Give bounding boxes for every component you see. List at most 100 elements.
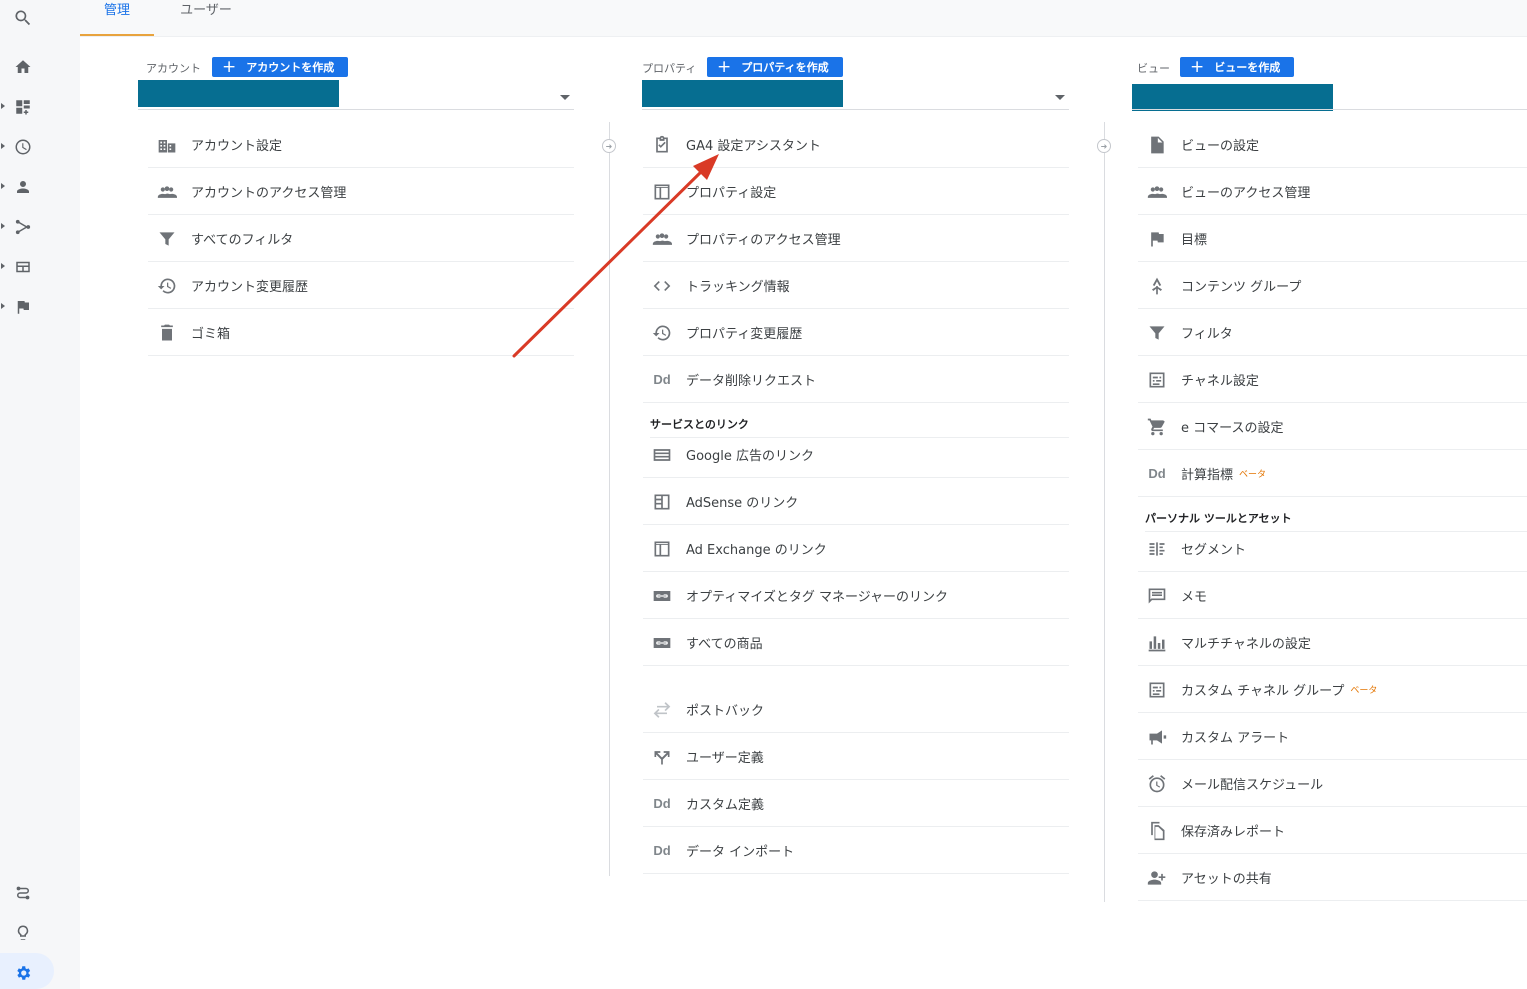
menu-item-label: マルチチャネルの設定	[1181, 637, 1311, 652]
menu-item-label: トラッキング情報	[686, 280, 790, 295]
account-selector[interactable]	[138, 80, 339, 107]
plus-icon: +	[1190, 57, 1205, 77]
menu-item[interactable]: すべての商品	[643, 620, 1069, 666]
expand-caret-icon[interactable]	[1, 303, 5, 309]
home-icon[interactable]	[12, 56, 34, 78]
fork-icon	[651, 746, 673, 768]
menu-item[interactable]: チャネル設定	[1138, 357, 1527, 403]
chevron-down-icon[interactable]	[1055, 95, 1065, 100]
person-walk-icon	[1146, 275, 1168, 297]
create-account-button[interactable]: + アカウントを作成	[212, 57, 349, 77]
code-icon	[651, 275, 673, 297]
menu-item[interactable]: メール配信スケジュール	[1138, 761, 1527, 807]
menu-item[interactable]: ビューのアクセス管理	[1138, 169, 1527, 215]
menu-item[interactable]: プロパティ変更履歴	[643, 310, 1069, 356]
menu-item[interactable]: マルチチャネルの設定	[1138, 620, 1527, 666]
menu-item-label: セグメント	[1181, 543, 1247, 558]
attribution-icon[interactable]	[12, 882, 34, 904]
channel-icon	[1146, 369, 1168, 391]
menu-item[interactable]: Dd 計算指標 ベータ	[1138, 451, 1527, 497]
view-selector[interactable]	[1132, 84, 1333, 111]
search-icon[interactable]	[12, 7, 34, 29]
chevron-down-icon[interactable]	[560, 95, 570, 100]
menu-item-label: プロパティのアクセス管理	[686, 233, 841, 248]
menu-item-label: アカウント設定	[191, 139, 283, 154]
menu-item[interactable]: Google 広告のリンク	[643, 432, 1069, 478]
menu-item-label: アセットの共有	[1181, 872, 1272, 887]
dd-icon: Dd	[653, 372, 671, 387]
clock-icon[interactable]	[12, 136, 34, 158]
plus-icon: +	[222, 57, 237, 77]
menu-item[interactable]: 目標	[1138, 216, 1527, 262]
menu-item-label: ユーザー定義	[686, 751, 764, 766]
megaphone-icon	[1146, 726, 1168, 748]
dd-icon: Dd	[653, 796, 671, 811]
beta-badge: ベータ	[1350, 686, 1378, 696]
menu-item-label: 計算指標	[1181, 468, 1234, 483]
acquisition-icon[interactable]	[12, 216, 34, 238]
menu-item[interactable]: GA4 設定アシスタント	[643, 122, 1069, 168]
menu-item[interactable]: アセットの共有	[1138, 855, 1527, 901]
menu-item[interactable]: セグメント	[1138, 526, 1527, 572]
menu-item[interactable]: Ad Exchange のリンク	[643, 526, 1069, 572]
menu-item[interactable]: Dd データ削除リクエスト	[643, 357, 1069, 403]
menu-item[interactable]: メモ	[1138, 573, 1527, 619]
menu-item[interactable]: ビューの設定	[1138, 122, 1527, 168]
menu-item[interactable]: プロパティのアクセス管理	[643, 216, 1069, 262]
menu-item[interactable]: プロパティ設定	[643, 169, 1069, 215]
menu-item[interactable]: トラッキング情報	[643, 263, 1069, 309]
property-selector-underline	[642, 109, 1069, 110]
expand-caret-icon[interactable]	[1, 183, 5, 189]
flag-icon[interactable]	[12, 296, 34, 318]
lightbulb-icon[interactable]	[12, 922, 34, 944]
menu-item[interactable]: アカウントのアクセス管理	[148, 169, 574, 215]
menu-item[interactable]: フィルタ	[1138, 310, 1527, 356]
menu-item-label: ポストバック	[686, 704, 765, 719]
person-icon[interactable]	[12, 176, 34, 198]
behavior-icon[interactable]	[12, 256, 34, 278]
menu-item[interactable]: AdSense のリンク	[643, 479, 1069, 525]
menu-item[interactable]: 保存済みレポート	[1138, 808, 1527, 854]
menu-item-label: Ad Exchange のリンク	[686, 543, 827, 558]
menu-item[interactable]: オプティマイズとタグ マネージャーのリンク	[643, 573, 1069, 619]
flag-icon	[1146, 228, 1168, 250]
menu-item[interactable]: ユーザー定義	[643, 734, 1069, 780]
link-icon	[651, 632, 673, 654]
expand-caret-icon[interactable]	[1, 223, 5, 229]
bars-icon	[1146, 632, 1168, 654]
menu-item[interactable]: ポストバック	[643, 687, 1069, 733]
menu-item-label: データ削除リクエスト	[686, 374, 817, 389]
history-icon	[651, 322, 673, 344]
menu-item-label: 目標	[1181, 233, 1208, 248]
property-column-label: プロパティ	[642, 62, 697, 75]
menu-item[interactable]: アカウント設定	[148, 122, 574, 168]
account-selector-underline	[138, 109, 574, 110]
gear-icon[interactable]	[12, 962, 34, 984]
menu-item[interactable]: カスタム チャネル グループ ベータ	[1138, 667, 1527, 713]
expand-caret-icon[interactable]	[1, 263, 5, 269]
menu-item[interactable]: e コマースの設定	[1138, 404, 1527, 450]
tab-admin[interactable]: 管理	[80, 0, 154, 36]
menu-item[interactable]: ゴミ箱	[148, 310, 574, 356]
create-view-button[interactable]: + ビューを作成	[1180, 57, 1295, 77]
arrow-right-circle-icon: ➜	[1097, 139, 1111, 153]
menu-item-label: すべてのフィルタ	[191, 233, 294, 248]
expand-caret-icon[interactable]	[1, 143, 5, 149]
expand-caret-icon[interactable]	[1, 103, 5, 109]
menu-item[interactable]: カスタム アラート	[1138, 714, 1527, 760]
menu-item-label: 保存済みレポート	[1181, 825, 1286, 840]
menu-item[interactable]: すべてのフィルタ	[148, 216, 574, 262]
menu-item[interactable]: Dd カスタム定義	[643, 781, 1069, 827]
menu-item[interactable]: Dd データ インポート	[643, 828, 1069, 874]
create-property-button[interactable]: + プロパティを作成	[707, 57, 843, 77]
menu-item-label: ゴミ箱	[191, 327, 231, 342]
menu-item[interactable]: アカウント変更履歴	[148, 263, 574, 309]
link-icon	[651, 585, 673, 607]
customization-icon[interactable]	[12, 96, 34, 118]
filter-icon	[1146, 322, 1168, 344]
menu-item-label: メール配信スケジュール	[1181, 778, 1324, 793]
menu-item[interactable]: コンテンツ グループ	[1138, 263, 1527, 309]
tab-user[interactable]: ユーザー	[166, 0, 246, 34]
property-selector[interactable]	[642, 80, 843, 107]
view-selector-underline	[1132, 109, 1527, 110]
